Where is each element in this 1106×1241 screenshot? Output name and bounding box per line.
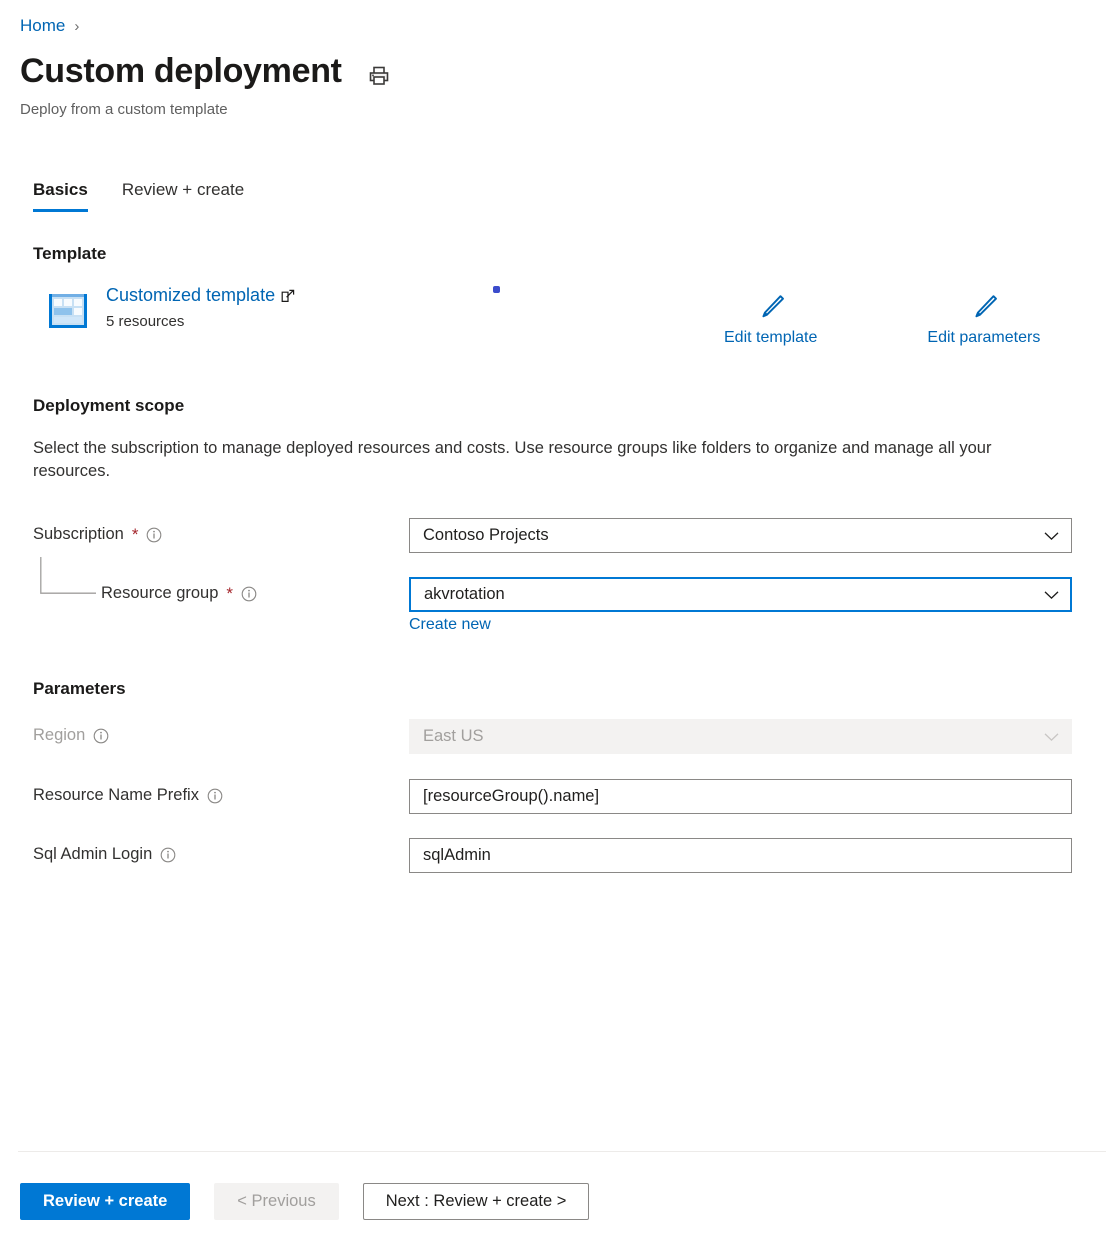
resource-group-tree-connector bbox=[40, 557, 96, 594]
resource-group-dropdown[interactable] bbox=[409, 577, 1072, 612]
blue-dot-marker bbox=[493, 286, 500, 293]
print-icon[interactable] bbox=[368, 65, 390, 87]
tab-basics[interactable]: Basics bbox=[33, 180, 88, 212]
tab-list: Basics Review + create bbox=[33, 180, 244, 212]
footer-actions: Review + create < Previous Next : Review… bbox=[20, 1183, 589, 1220]
external-link-icon bbox=[281, 289, 295, 303]
resource-name-prefix-field[interactable] bbox=[409, 779, 1072, 814]
subscription-dropdown[interactable] bbox=[409, 518, 1072, 553]
info-icon[interactable] bbox=[93, 728, 109, 744]
info-icon[interactable] bbox=[241, 586, 257, 602]
edit-parameters-button[interactable]: Edit parameters bbox=[927, 292, 1040, 347]
region-value bbox=[409, 719, 1072, 754]
pencil-icon bbox=[969, 292, 999, 322]
template-resource-count: 5 resources bbox=[106, 313, 184, 330]
breadcrumb-separator-icon: › bbox=[74, 18, 79, 35]
subscription-label-group: Subscription * bbox=[33, 525, 162, 544]
edit-template-label: Edit template bbox=[724, 329, 817, 347]
previous-button: < Previous bbox=[214, 1183, 338, 1220]
resource-group-label-group: Resource group * bbox=[101, 584, 257, 603]
template-section-title: Template bbox=[33, 244, 106, 264]
resource-group-label: Resource group bbox=[101, 584, 218, 603]
region-dropdown bbox=[409, 719, 1072, 754]
info-icon[interactable] bbox=[160, 847, 176, 863]
region-label: Region bbox=[33, 726, 85, 745]
tab-review-create[interactable]: Review + create bbox=[122, 180, 244, 209]
subscription-value[interactable] bbox=[409, 518, 1072, 553]
resource-group-value[interactable] bbox=[409, 577, 1072, 612]
page-title: Custom deployment bbox=[20, 52, 342, 91]
deployment-scope-description: Select the subscription to manage deploy… bbox=[33, 437, 1033, 484]
subscription-label: Subscription bbox=[33, 525, 124, 544]
info-icon[interactable] bbox=[207, 788, 223, 804]
sql-admin-login-field[interactable] bbox=[409, 838, 1072, 873]
custom-deployment-page: Home › Custom deployment Deploy from a c… bbox=[0, 0, 1106, 1241]
resource-group-required-marker: * bbox=[226, 585, 233, 602]
customized-template-label: Customized template bbox=[106, 285, 275, 306]
subscription-required-marker: * bbox=[132, 526, 139, 543]
create-new-resource-group-link[interactable]: Create new bbox=[409, 616, 491, 634]
sql-admin-login-value[interactable] bbox=[409, 838, 1072, 873]
resource-name-prefix-value[interactable] bbox=[409, 779, 1072, 814]
deployment-scope-title: Deployment scope bbox=[33, 396, 184, 416]
resource-name-prefix-label-group: Resource Name Prefix bbox=[33, 786, 223, 805]
info-icon[interactable] bbox=[146, 527, 162, 543]
footer-divider bbox=[18, 1151, 1106, 1152]
pencil-icon bbox=[756, 292, 786, 322]
title-row: Custom deployment bbox=[20, 52, 390, 91]
page-subtitle: Deploy from a custom template bbox=[20, 101, 228, 118]
sql-admin-login-label: Sql Admin Login bbox=[33, 845, 152, 864]
template-grid-icon bbox=[48, 291, 88, 331]
sql-admin-login-label-group: Sql Admin Login bbox=[33, 845, 176, 864]
edit-template-button[interactable]: Edit template bbox=[724, 292, 817, 347]
next-review-create-button[interactable]: Next : Review + create > bbox=[363, 1183, 590, 1220]
review-create-button[interactable]: Review + create bbox=[20, 1183, 190, 1220]
parameters-section-title: Parameters bbox=[33, 679, 126, 699]
region-label-group: Region bbox=[33, 726, 109, 745]
breadcrumb-home-link[interactable]: Home bbox=[20, 16, 65, 36]
breadcrumb: Home › bbox=[20, 16, 79, 36]
edit-parameters-label: Edit parameters bbox=[927, 329, 1040, 347]
customized-template-link[interactable]: Customized template bbox=[106, 285, 295, 306]
resource-name-prefix-label: Resource Name Prefix bbox=[33, 786, 199, 805]
template-actions: Edit template Edit parameters bbox=[724, 292, 1040, 347]
